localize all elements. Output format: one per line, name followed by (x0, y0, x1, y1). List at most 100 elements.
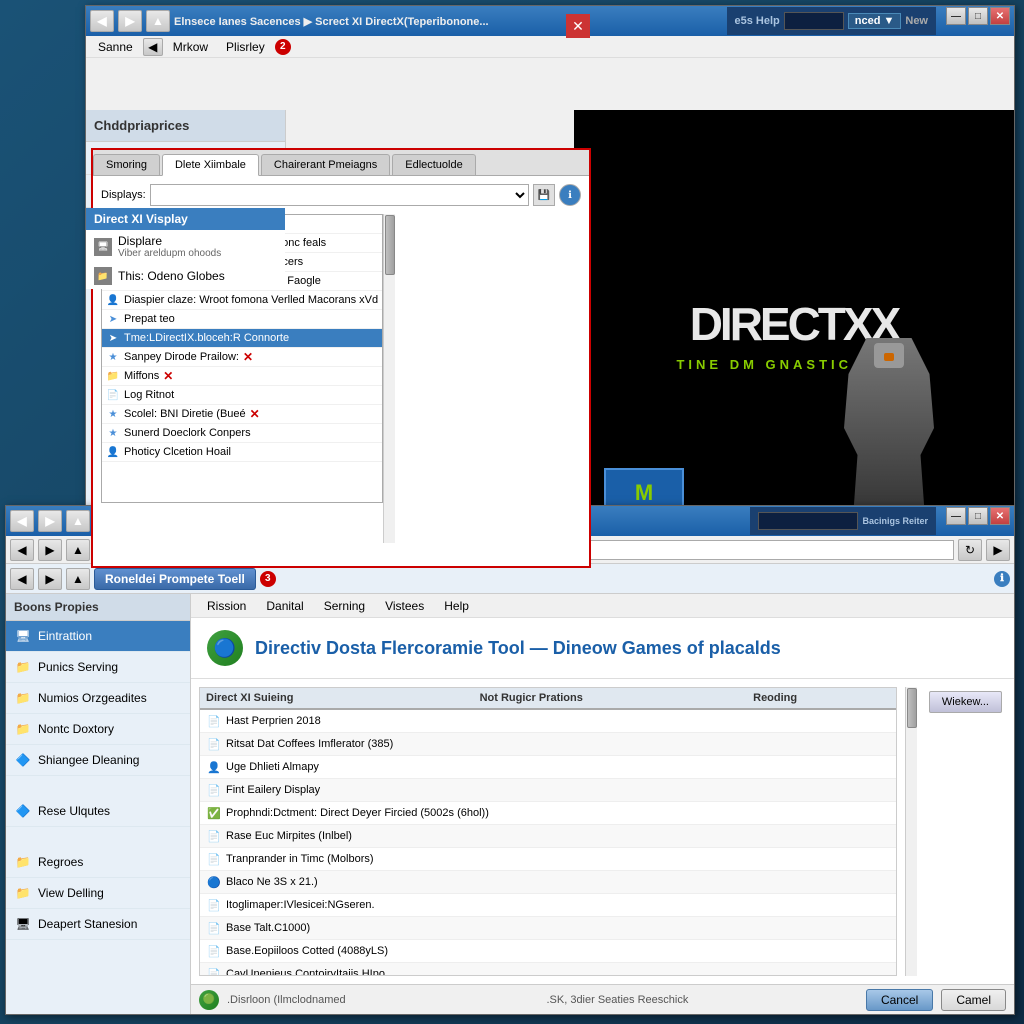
menu-rission[interactable]: Rission (199, 597, 254, 615)
search-label-top: e5s Help (735, 15, 780, 27)
cancel-button-1[interactable]: Cancel (866, 989, 933, 1011)
dx-icon-btn-2[interactable]: ℹ (559, 184, 581, 206)
sidebar-item-regroes[interactable]: 📁 Regroes (6, 847, 190, 878)
list-item-6[interactable]: ➤ Tme:LDirectIX.bloceh:R Connorte (102, 329, 382, 348)
bottom-back-btn[interactable]: ◀ (10, 510, 34, 532)
sidebar-label-nontc: Nontc Doxtory (38, 722, 114, 736)
sidebar-item-shiangee[interactable]: 🔷 Shiangee Dleaning (6, 745, 190, 776)
list-item-10[interactable]: ★ Scolel: BNI Diretie (Bueé ✕ (102, 405, 382, 424)
menu-help[interactable]: Help (436, 597, 477, 615)
bottom-toolbar-back[interactable]: ◀ (10, 568, 34, 590)
table-row-9[interactable]: 📄 Base Talt.C1000) (200, 917, 896, 940)
sidebar-item-view[interactable]: 📁 View Delling (6, 878, 190, 909)
menu-danital[interactable]: Danital (258, 597, 311, 615)
table-row-0[interactable]: 📄 Hast Perprien 2018 (200, 710, 896, 733)
forward-btn[interactable]: ▶ (118, 10, 142, 32)
menu-badge: 2 (275, 39, 291, 55)
tab-chairerant[interactable]: Chairerant Pmeiagns (261, 154, 390, 175)
table-row-7[interactable]: 🔵 Blaco Ne 3S x 21.) (200, 871, 896, 894)
list-item-11[interactable]: ★ Sunerd Doeclork Conpers (102, 424, 382, 443)
main-header-title: Directiv Dosta Flercoramie Tool — Dineow… (255, 638, 781, 659)
bottom-forward-btn[interactable]: ▶ (38, 510, 62, 532)
minimize-btn-top[interactable]: — (946, 7, 966, 25)
list-item-8[interactable]: 📁 Miffons ✕ (102, 367, 382, 386)
bottom-nav-back[interactable]: ◀ (10, 539, 34, 561)
dropdown-monitor-icon: 🖥 (94, 238, 112, 256)
top-nav-back[interactable]: ◀ (143, 38, 163, 56)
dropdown-odeno[interactable]: 📁 This: Odeno Globes (86, 263, 285, 289)
bottom-go-btn[interactable]: ▶ (986, 539, 1010, 561)
maximize-btn-top[interactable]: □ (968, 7, 988, 25)
side-panel-title: Chddpriaprices (86, 110, 285, 142)
menu-serning[interactable]: Serning (316, 597, 373, 615)
maximize-btn-bottom[interactable]: □ (968, 507, 988, 525)
bottom-nav-up[interactable]: ▲ (66, 539, 90, 561)
menu-sanne[interactable]: Sanne (90, 38, 141, 56)
row-col1-1: Ritsat Dat Coffees Imflerator (385) (226, 738, 890, 750)
table-row-4[interactable]: ✅ Prophndi:Dctment: Direct Deyer Fircied… (200, 802, 896, 825)
sidebar-item-deapert[interactable]: 🖥 Deapert Stanesion (6, 909, 190, 940)
menu-plisrley[interactable]: Plisrley (218, 38, 273, 56)
tab-dlete[interactable]: Dlete Xiimbale (162, 154, 259, 176)
bottom-toolbar: ◀ ▶ ▲ Roneldei Prompete Toell 3 ℹ (6, 564, 1014, 594)
advanced-btn[interactable]: nced ▼ (848, 13, 902, 29)
list-item-7[interactable]: ★ Sanpey Dirode Prailow: ✕ (102, 348, 382, 367)
person-icon-2: 👤 (106, 445, 120, 459)
sidebar-item-nontc[interactable]: 📁 Nontc Doxtory (6, 714, 190, 745)
sidebar-label-eintrattion: Eintrattion (38, 629, 92, 643)
folder-icon-sidebar-2: 📁 (14, 689, 32, 707)
sidebar-item-numios[interactable]: 📁 Numios Orzgeadites (6, 683, 190, 714)
table-row-2[interactable]: 👤 Uge Dhlieti Almapy (200, 756, 896, 779)
table-row-3[interactable]: 📄 Fint Eailery Display (200, 779, 896, 802)
back-btn[interactable]: ◀ (90, 10, 114, 32)
list-item-4[interactable]: 👤 Diaspier claze: Wroot fomona Verlled M… (102, 291, 382, 310)
table-row-8[interactable]: 📄 Itoglimaper:IVlesicei:NGseren. (200, 894, 896, 917)
folder-icon-sidebar-1: 📁 (14, 658, 32, 676)
minimize-btn-bottom[interactable]: — (946, 507, 966, 525)
search-input-top[interactable] (784, 12, 844, 30)
tab-edlectuolde[interactable]: Edlectuolde (392, 154, 476, 175)
bottom-toolbar-up[interactable]: ▲ (66, 568, 90, 590)
toolbar-active-btn[interactable]: Roneldei Prompete Toell (94, 568, 256, 590)
row-icon-1: 📄 (206, 736, 222, 752)
bottom-toolbar-forward[interactable]: ▶ (38, 568, 62, 590)
row-icon-6: 📄 (206, 851, 222, 867)
sidebar-item-punics[interactable]: 📁 Punics Serving (6, 652, 190, 683)
info-icon-bottom[interactable]: ℹ (994, 571, 1010, 587)
table-row-1[interactable]: 📄 Ritsat Dat Coffees Imflerator (385) (200, 733, 896, 756)
cancel-button-2[interactable]: Camel (941, 989, 1006, 1011)
list-item-5[interactable]: ➤ Prepat teo (102, 310, 382, 329)
dropdown-item-label-0: Displare (118, 234, 221, 248)
sidebar-item-eintrattion[interactable]: 🖥 Eintrattion (6, 621, 190, 652)
close-btn-top[interactable]: ✕ (990, 7, 1010, 25)
tab-smoring[interactable]: Smoring (93, 154, 160, 175)
sidebar-label-view: View Delling (38, 886, 104, 900)
bottom-nav-forward[interactable]: ▶ (38, 539, 62, 561)
close-icon-top[interactable]: ✕ (566, 14, 590, 38)
scrollbar-track[interactable] (383, 214, 395, 543)
row-icon-3: 📄 (206, 782, 222, 798)
view-button[interactable]: Wiekew... (929, 691, 1002, 713)
dropdown-displare[interactable]: 🖥 Displare Viber areldupm ohoods (86, 230, 285, 263)
table-row-5[interactable]: 📄 Rase Euc Mirpites (Inlbel) (200, 825, 896, 848)
dx-icon-btn-1[interactable]: 💾 (533, 184, 555, 206)
close-btn-bottom[interactable]: ✕ (990, 507, 1010, 525)
table-row-11[interactable]: 📄 CayUnenieus ContoiryItaiis HIpo (200, 963, 896, 976)
list-item-12[interactable]: 👤 Photicy Clcetion Hoail (102, 443, 382, 462)
diamond-icon-sidebar-1: 🔷 (14, 751, 32, 769)
list-item-9[interactable]: 📄 Log Ritnot (102, 386, 382, 405)
table-row-10[interactable]: 📄 Base.Eopiiloos Cotted (4088yLS) (200, 940, 896, 963)
bottom-up-btn[interactable]: ▲ (66, 510, 90, 532)
bottom-scrollbar-track[interactable] (905, 687, 917, 976)
search-input-bottom[interactable] (758, 512, 858, 530)
folder-icon-2: 📁 (106, 369, 120, 383)
menu-mrkow[interactable]: Mrkow (165, 38, 216, 56)
bottom-refresh-btn[interactable]: ↻ (958, 539, 982, 561)
row-icon-9: 📄 (206, 920, 222, 936)
sidebar-item-rese[interactable]: 🔷 Rese Ulqutes (6, 796, 190, 827)
dx-display-select[interactable] (150, 184, 529, 206)
up-btn[interactable]: ▲ (146, 10, 170, 32)
sidebar-label-punics: Punics Serving (38, 660, 118, 674)
menu-vistees[interactable]: Vistees (377, 597, 432, 615)
table-row-6[interactable]: 📄 Tranprander in Timc (Molbors) (200, 848, 896, 871)
